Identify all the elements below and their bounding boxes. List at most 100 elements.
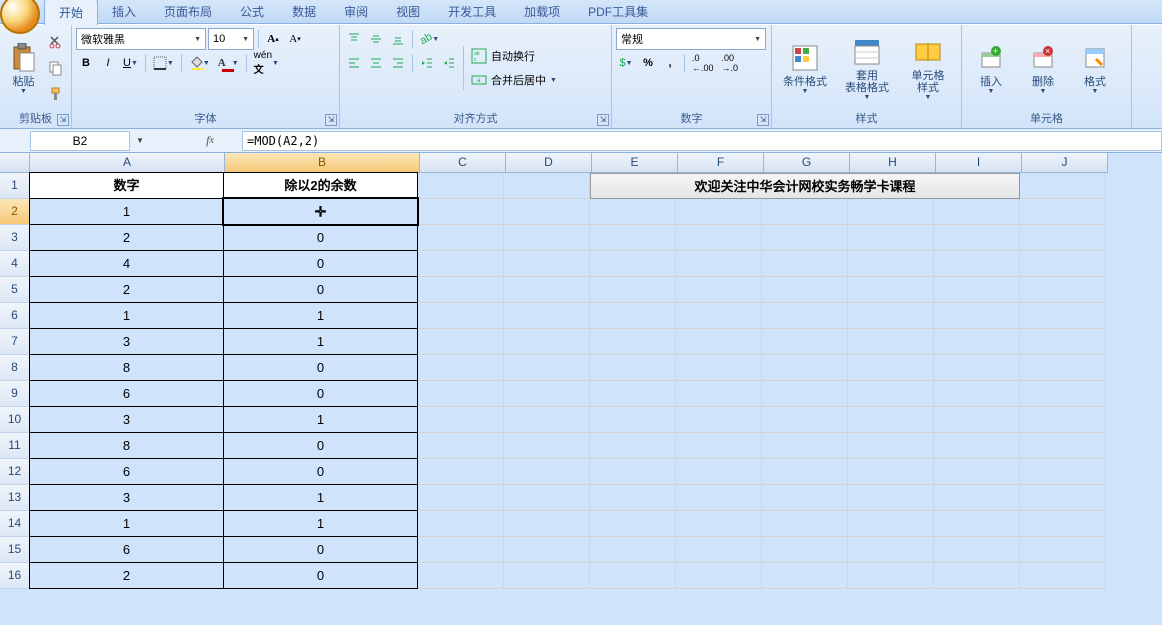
cell-F5[interactable] [676, 277, 762, 303]
cell-A15[interactable]: 6 [29, 536, 224, 563]
cell-B7[interactable]: 1 [223, 328, 418, 355]
cell-J5[interactable] [1020, 277, 1106, 303]
cell-A5[interactable]: 2 [29, 276, 224, 303]
cell-A6[interactable]: 1 [29, 302, 224, 329]
col-header-G[interactable]: G [764, 153, 850, 173]
cell-I5[interactable] [934, 277, 1020, 303]
cell-J14[interactable] [1020, 511, 1106, 537]
cell-I9[interactable] [934, 381, 1020, 407]
clipboard-launcher[interactable]: ⇲ [57, 114, 69, 126]
cell-C4[interactable] [418, 251, 504, 277]
align-top-button[interactable] [344, 28, 364, 50]
cell-I4[interactable] [934, 251, 1020, 277]
cell-C11[interactable] [418, 433, 504, 459]
cell-F11[interactable] [676, 433, 762, 459]
cell-E3[interactable] [590, 225, 676, 251]
cell-H13[interactable] [848, 485, 934, 511]
cell-E16[interactable] [590, 563, 676, 589]
cell-H3[interactable] [848, 225, 934, 251]
cell-H5[interactable] [848, 277, 934, 303]
cell-D15[interactable] [504, 537, 590, 563]
cell-H6[interactable] [848, 303, 934, 329]
cell-I12[interactable] [934, 459, 1020, 485]
row-header-4[interactable]: 4 [0, 251, 30, 277]
wrap-text-button[interactable]: abc自动换行 [468, 45, 560, 67]
align-launcher[interactable]: ⇲ [597, 114, 609, 126]
cell-G8[interactable] [762, 355, 848, 381]
cell-A14[interactable]: 1 [29, 510, 224, 537]
cell-C10[interactable] [418, 407, 504, 433]
cell-F13[interactable] [676, 485, 762, 511]
cell-I8[interactable] [934, 355, 1020, 381]
col-header-H[interactable]: H [850, 153, 936, 173]
cell-B8[interactable]: 0 [223, 354, 418, 381]
cell-E4[interactable] [590, 251, 676, 277]
cell-E5[interactable] [590, 277, 676, 303]
cell-G3[interactable] [762, 225, 848, 251]
phonetic-button[interactable]: wén文▼ [251, 52, 282, 74]
cell-H4[interactable] [848, 251, 934, 277]
cell-D1[interactable] [504, 173, 590, 199]
cell-A16[interactable]: 2 [29, 562, 224, 589]
cell-J11[interactable] [1020, 433, 1106, 459]
format-painter-button[interactable] [45, 83, 67, 105]
align-left-button[interactable] [344, 52, 364, 74]
cell-A2[interactable]: 1 [29, 198, 224, 225]
align-center-button[interactable] [366, 52, 386, 74]
col-header-F[interactable]: F [678, 153, 764, 173]
cell-A11[interactable]: 8 [29, 432, 224, 459]
merge-center-button[interactable]: a合并后居中▼ [468, 69, 578, 91]
cell-J8[interactable] [1020, 355, 1106, 381]
row-header-8[interactable]: 8 [0, 355, 30, 381]
cell-E12[interactable] [590, 459, 676, 485]
cell-B13[interactable]: 1 [223, 484, 418, 511]
cell-J12[interactable] [1020, 459, 1106, 485]
font-name-combo[interactable]: 微软雅黑▼ [76, 28, 206, 50]
cell-E13[interactable] [590, 485, 676, 511]
cell-A9[interactable]: 6 [29, 380, 224, 407]
cell-E7[interactable] [590, 329, 676, 355]
cell-G6[interactable] [762, 303, 848, 329]
cell-F14[interactable] [676, 511, 762, 537]
cell-E9[interactable] [590, 381, 676, 407]
underline-button[interactable]: U▼ [120, 52, 141, 74]
cell-D8[interactable] [504, 355, 590, 381]
decrease-indent-button[interactable] [417, 52, 437, 74]
col-header-A[interactable]: A [30, 153, 225, 173]
cell-A13[interactable]: 3 [29, 484, 224, 511]
cell-D7[interactable] [504, 329, 590, 355]
cell-G5[interactable] [762, 277, 848, 303]
cell-G4[interactable] [762, 251, 848, 277]
cell-C8[interactable] [418, 355, 504, 381]
cell-A10[interactable]: 3 [29, 406, 224, 433]
tab-2[interactable]: 页面布局 [150, 0, 226, 24]
cell-I15[interactable] [934, 537, 1020, 563]
cell-A1[interactable]: 数字 [29, 172, 224, 199]
row-header-14[interactable]: 14 [0, 511, 30, 537]
cell-B11[interactable]: 0 [223, 432, 418, 459]
cell-G10[interactable] [762, 407, 848, 433]
row-header-16[interactable]: 16 [0, 563, 30, 589]
cell-A4[interactable]: 4 [29, 250, 224, 277]
cell-I14[interactable] [934, 511, 1020, 537]
row-header-9[interactable]: 9 [0, 381, 30, 407]
cell-F3[interactable] [676, 225, 762, 251]
cell-D9[interactable] [504, 381, 590, 407]
cell-E10[interactable] [590, 407, 676, 433]
cell-H8[interactable] [848, 355, 934, 381]
cell-D11[interactable] [504, 433, 590, 459]
cell-G11[interactable] [762, 433, 848, 459]
cell-B3[interactable]: 0 [223, 224, 418, 251]
number-launcher[interactable]: ⇲ [757, 114, 769, 126]
col-header-E[interactable]: E [592, 153, 678, 173]
font-color-button[interactable]: A▼ [215, 52, 242, 74]
cell-C16[interactable] [418, 563, 504, 589]
col-header-C[interactable]: C [420, 153, 506, 173]
cell-C12[interactable] [418, 459, 504, 485]
cell-C5[interactable] [418, 277, 504, 303]
cell-I10[interactable] [934, 407, 1020, 433]
increase-font-button[interactable]: A▴ [263, 28, 283, 50]
cell-C6[interactable] [418, 303, 504, 329]
cell-B15[interactable]: 0 [223, 536, 418, 563]
cell-G15[interactable] [762, 537, 848, 563]
